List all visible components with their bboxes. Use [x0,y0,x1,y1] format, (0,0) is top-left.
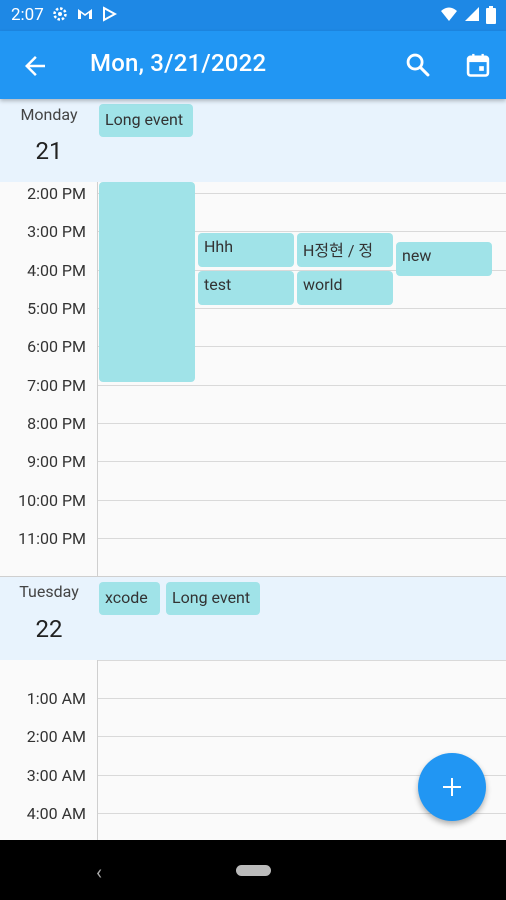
hour-label: 1:00 AM [26,689,86,708]
hour-label: 9:00 PM [27,452,86,471]
hour-line [98,461,506,462]
hour-line [98,698,506,699]
day-number: 21 [35,137,63,165]
day-name: Tuesday [19,582,79,601]
hour-label: 5:00 PM [27,299,86,318]
app-bar: Mon, 3/21/2022 [0,31,506,99]
day-number: 22 [35,615,63,643]
hour-label: 2:00 PM [27,184,86,203]
hour-label: 11:00 PM [18,529,86,548]
hour-label: 7:00 PM [27,376,86,395]
system-nav-bar: ‹ [0,840,506,900]
hour-label: 10:00 PM [18,491,86,510]
day-grid-monday: 2:00 PM 3:00 PM 4:00 PM 5:00 PM 6:00 PM … [0,182,506,576]
hour-label: 8:00 PM [27,414,86,433]
hour-line [98,660,506,661]
event-block[interactable]: world [297,271,393,305]
hour-label: 4:00 AM [26,804,86,823]
all-day-event[interactable]: xcode [99,582,160,615]
event-block-long[interactable] [99,182,195,382]
gear-icon [53,7,67,21]
event-block[interactable]: H정현 / 정 [297,233,393,267]
event-block[interactable]: Hhh [198,233,294,267]
hour-label: 6:00 PM [27,337,86,356]
hour-line [98,500,506,501]
hour-line [98,423,506,424]
day-name: Monday [20,105,78,124]
calendar-icon[interactable] [464,51,492,79]
all-day-event[interactable]: Long event [99,104,193,137]
hour-line [98,736,506,737]
signal-icon [465,7,479,21]
arrow-left-icon[interactable] [20,51,50,81]
day-header-monday: Monday 21 Long event [0,99,506,182]
nav-home-pill[interactable] [236,865,271,876]
all-day-event[interactable]: Long event [166,582,260,615]
status-bar: 2:07 [0,0,506,31]
hour-label: 2:00 AM [26,727,86,746]
page-title: Mon, 3/21/2022 [90,49,267,77]
wifi-icon [441,7,457,21]
hour-label: 4:00 PM [27,261,86,280]
search-icon[interactable] [404,51,432,79]
event-block[interactable]: new [396,242,492,276]
day-header-tuesday: Tuesday 22 xcode Long event [0,577,506,660]
hour-line [98,538,506,539]
event-block[interactable]: test [198,271,294,305]
gmail-icon [78,9,92,19]
plus-icon [443,778,461,796]
time-column-divider [97,182,98,576]
hour-label: 3:00 PM [27,222,86,241]
status-time: 2:07 [11,5,44,25]
hour-label: 3:00 AM [26,766,86,785]
add-event-button[interactable] [418,753,486,821]
status-notification-icons [52,6,117,22]
battery-icon [486,6,496,24]
hour-line [98,385,506,386]
status-system-icons [440,6,496,24]
play-icon [103,6,117,22]
nav-back-icon[interactable]: ‹ [96,860,102,884]
